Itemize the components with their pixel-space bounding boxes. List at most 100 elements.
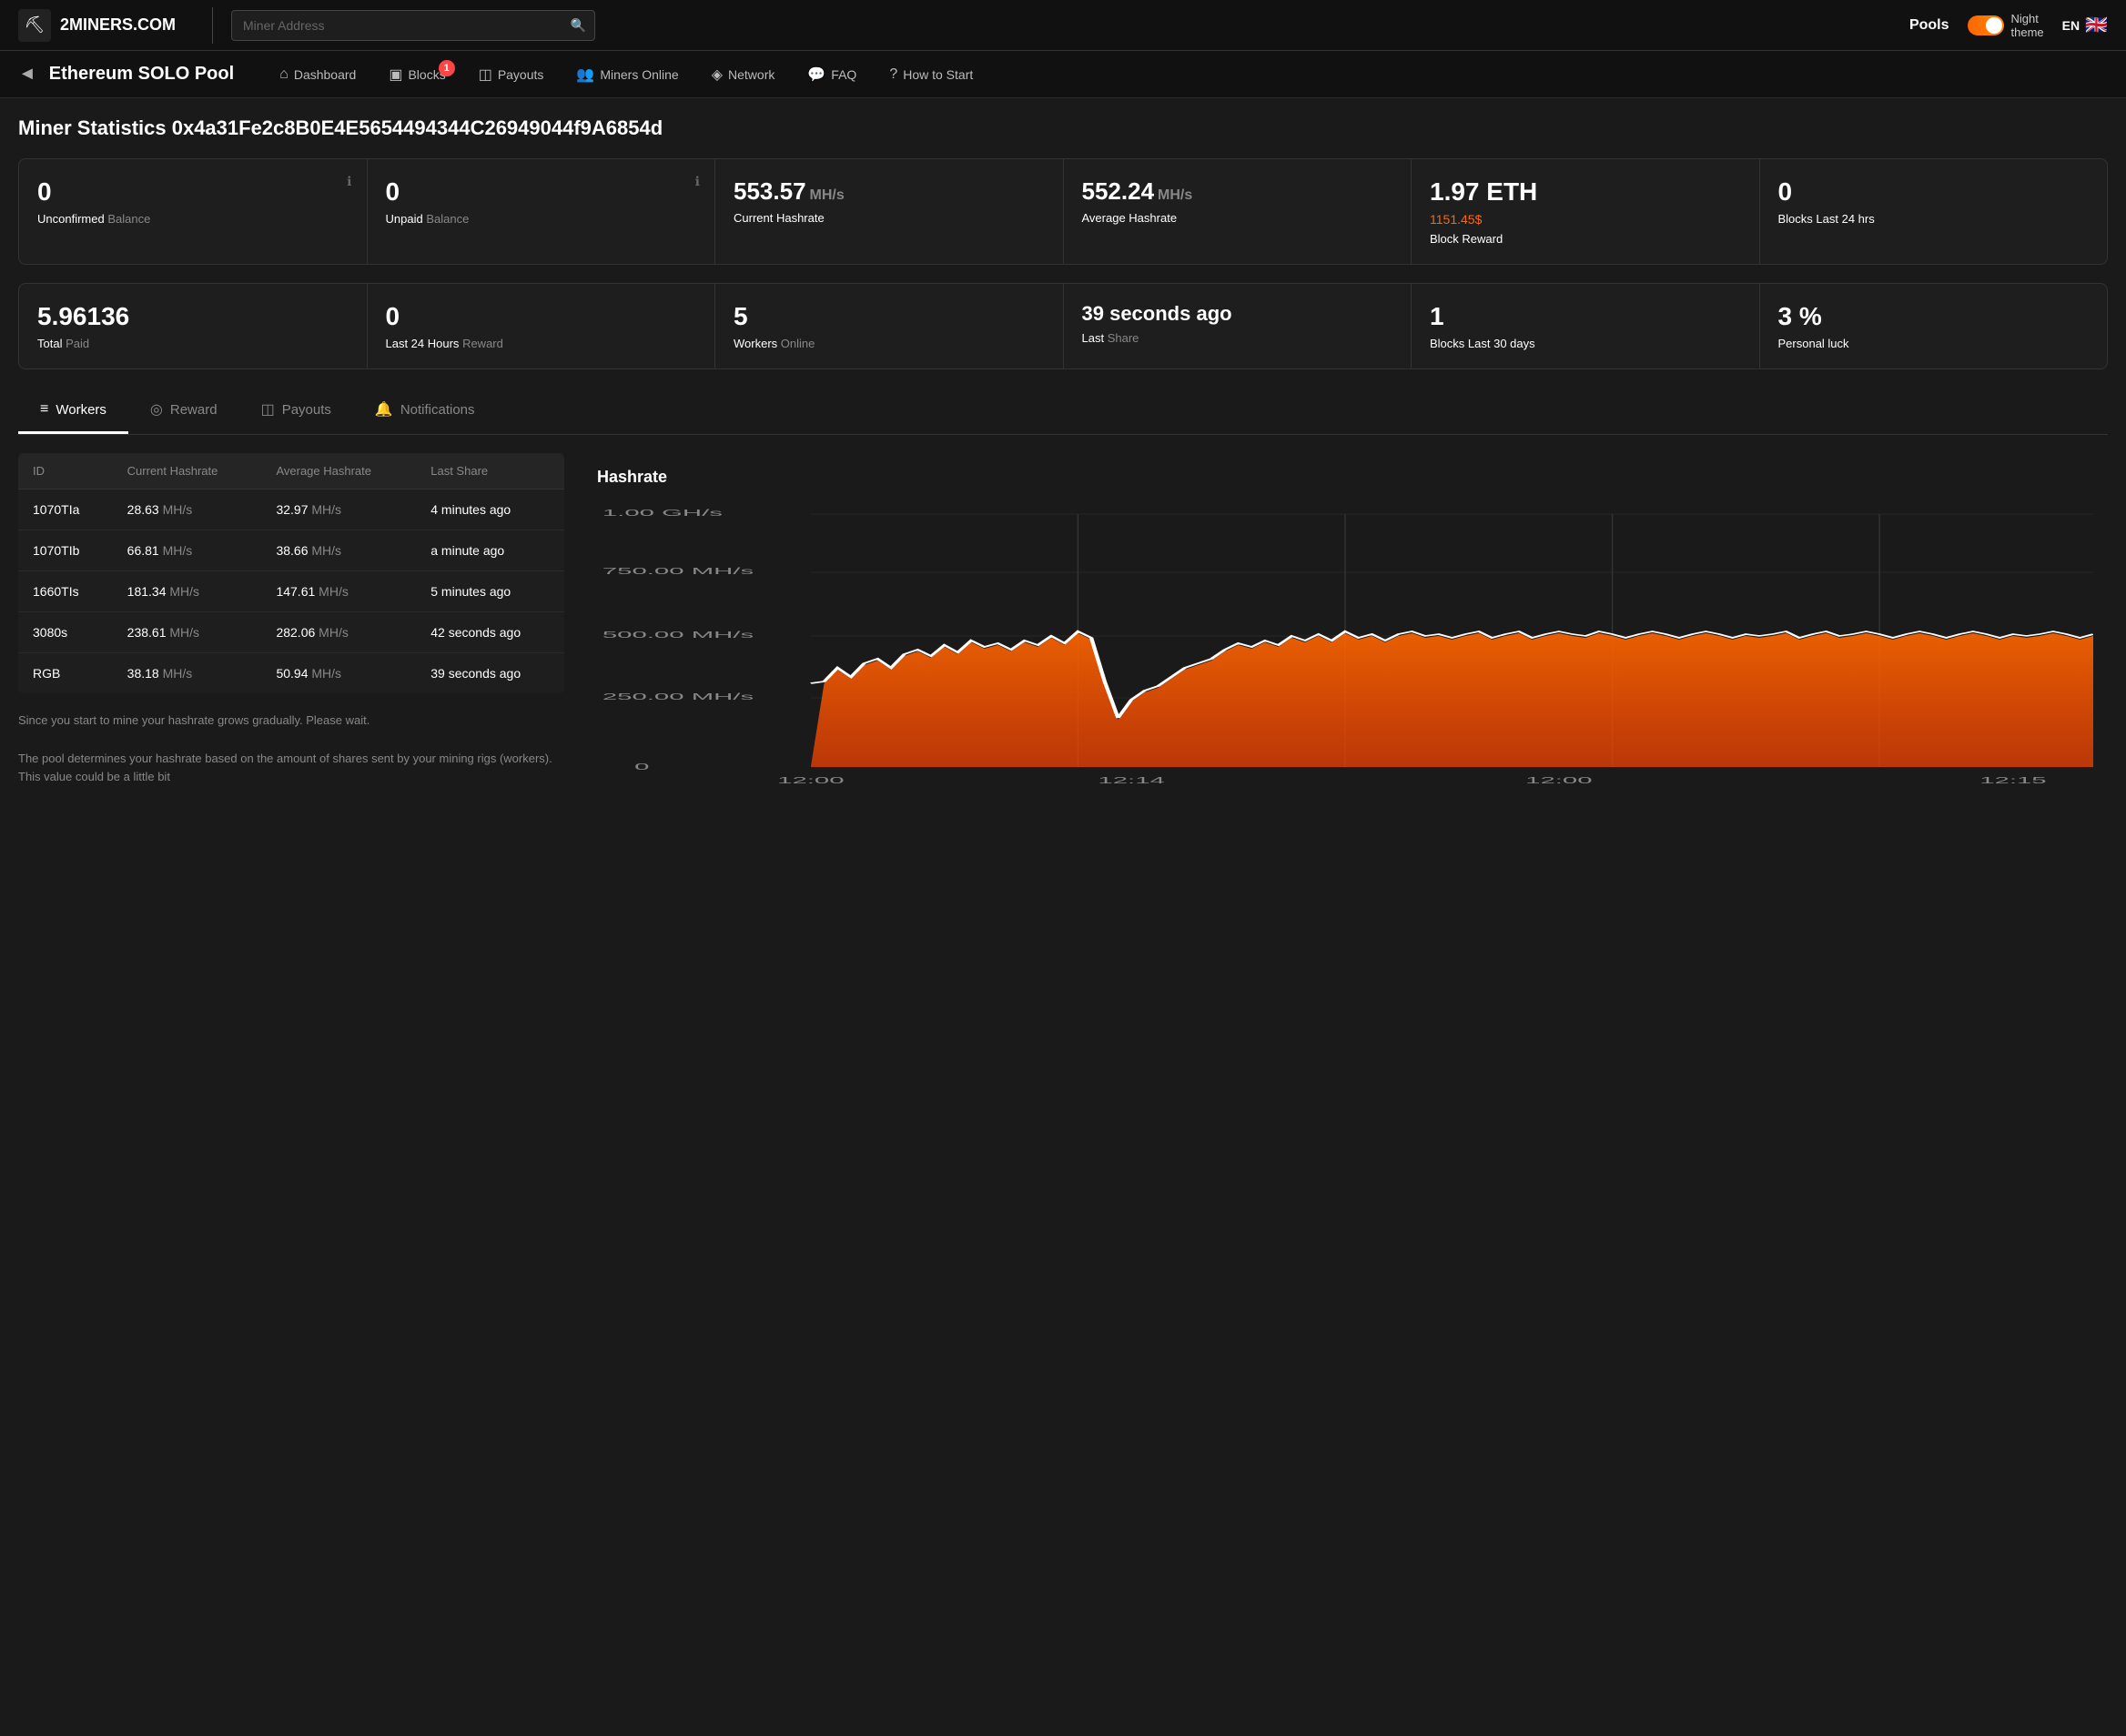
svg-text:12:15: 12:15 [1979,775,2046,785]
search-bar: 🔍 [231,10,595,41]
tab-workers-label: Workers [56,402,106,418]
nav-item-how-to-start-label: How to Start [903,67,973,82]
table-row: 1660TIs 181.34 MH/s 147.61 MH/s 5 minute… [18,571,564,612]
nav-item-dashboard[interactable]: ⌂ Dashboard [265,59,370,90]
workers-tab-icon: ≡ [40,401,48,418]
nav-right: Pools Nighttheme EN 🇬🇧 [1909,12,2108,39]
table-row: 1070TIa 28.63 MH/s 32.97 MH/s 4 minutes … [18,490,564,530]
stat-value-blocks-30days: 1 [1430,302,1741,331]
stat-label-unconfirmed: Unconfirmed Balance [37,212,349,226]
stats-grid-row1: ℹ 0 Unconfirmed Balance ℹ 0 Unpaid Balan… [18,158,2108,265]
pool-back-button[interactable]: ◄ [18,64,36,85]
miner-statistics-title: Miner Statistics 0x4a31Fe2c8B0E4E5654494… [18,116,2108,140]
nav-divider [212,7,213,44]
stat-label-workers: Workers Online [734,337,1045,350]
worker-id: 1070TIa [18,490,113,530]
worker-average-hashrate: 50.94 MH/s [261,653,416,694]
payouts-tab-icon: ◫ [261,400,275,419]
info-icon-unconfirmed[interactable]: ℹ [347,174,351,189]
miners-online-icon: 👥 [576,66,594,84]
payouts-icon: ◫ [479,66,492,84]
stat-value-block-reward: 1.97 ETH [1430,177,1741,207]
svg-text:12:00: 12:00 [777,775,844,785]
stat-personal-luck: 3 % Personal luck [1760,284,2108,368]
tab-workers[interactable]: ≡ Workers [18,388,128,434]
svg-text:500.00 MH/s: 500.00 MH/s [602,630,754,640]
worker-current-hashrate: 238.61 MH/s [113,612,262,653]
faq-icon: 💬 [807,66,825,84]
reward-tab-icon: ◎ [150,400,163,419]
worker-current-hashrate: 66.81 MH/s [113,530,262,571]
svg-text:12:14: 12:14 [1098,775,1164,785]
nav-item-payouts[interactable]: ◫ Payouts [464,58,559,91]
pools-link[interactable]: Pools [1909,17,1949,34]
stat-label-average-hashrate: Average Hashrate [1082,211,1393,225]
stat-last24h-reward: 0 Last 24 Hours Reward [368,284,715,368]
stat-total-paid: 5.96136 Total Paid [19,284,367,368]
stat-unconfirmed-balance: ℹ 0 Unconfirmed Balance [19,159,367,264]
nav-item-blocks[interactable]: ▣ Blocks 1 [374,58,460,91]
miner-title-prefix: Miner Statistics [18,116,172,139]
worker-current-hashrate: 181.34 MH/s [113,571,262,612]
language-selector[interactable]: EN 🇬🇧 [2062,14,2108,36]
stat-value-total-paid: 5.96136 [37,302,349,331]
workers-table: ID Current Hashrate Average Hashrate Las… [18,453,564,693]
worker-last-share: 42 seconds ago [416,612,564,653]
stat-current-hashrate: 553.57 MH/s Current Hashrate [715,159,1063,264]
col-id: ID [18,453,113,490]
content-area: ID Current Hashrate Average Hashrate Las… [18,453,2108,807]
notes-section: Since you start to mine your hashrate gr… [18,712,564,787]
worker-id: 1070TIb [18,530,113,571]
miner-address: 0x4a31Fe2c8B0E4E5654494344C26949044f9A68… [172,116,663,139]
nav-item-faq[interactable]: 💬 FAQ [793,58,871,91]
night-theme-toggle[interactable] [1968,15,2004,35]
worker-id: RGB [18,653,113,694]
logo-area: ⛏ 2MINERS.COM [18,9,176,42]
stat-value-block-reward-usd: 1151.45$ [1430,212,1741,227]
col-current-hashrate: Current Hashrate [113,453,262,490]
worker-current-hashrate: 28.63 MH/s [113,490,262,530]
stat-label-blocks-30days: Blocks Last 30 days [1430,337,1741,350]
svg-text:1.00 GH/s: 1.00 GH/s [602,508,723,518]
nav-item-network-label: Network [728,67,774,82]
svg-text:12:00: 12:00 [1525,775,1592,785]
table-row: 1070TIb 66.81 MH/s 38.66 MH/s a minute a… [18,530,564,571]
stat-blocks-last-24hrs: 0 Blocks Last 24 hrs [1760,159,2108,264]
stat-label-personal-luck: Personal luck [1778,337,2090,350]
tab-notifications[interactable]: 🔔 Notifications [353,388,497,434]
top-nav: ⛏ 2MINERS.COM 🔍 Pools Nighttheme EN 🇬🇧 [0,0,2126,51]
info-icon-unpaid[interactable]: ℹ [695,174,700,189]
nav-item-miners-online[interactable]: 👥 Miners Online [562,58,693,91]
flag-icon: 🇬🇧 [2085,14,2108,36]
stat-value-unconfirmed: 0 [37,177,349,207]
worker-average-hashrate: 38.66 MH/s [261,530,416,571]
tab-payouts-label: Payouts [282,402,331,418]
tab-payouts[interactable]: ◫ Payouts [239,388,353,434]
tabs-bar: ≡ Workers ◎ Reward ◫ Payouts 🔔 Notificat… [18,388,2108,435]
stat-value-last24h: 0 [386,302,697,331]
stat-label-total-paid: Total Paid [37,337,349,350]
note-2: The pool determines your hashrate based … [18,750,564,788]
stat-label-blocks-24hrs: Blocks Last 24 hrs [1778,212,2090,226]
dashboard-icon: ⌂ [279,66,289,83]
stat-value-personal-luck: 3 % [1778,302,2090,331]
search-icon[interactable]: 🔍 [571,17,586,33]
worker-last-share: a minute ago [416,530,564,571]
stat-value-unpaid: 0 [386,177,697,207]
pool-nav-items: ⌂ Dashboard ▣ Blocks 1 ◫ Payouts 👥 Miner… [265,58,2108,91]
tab-reward[interactable]: ◎ Reward [128,388,239,434]
stat-label-unpaid: Unpaid Balance [386,212,697,226]
nav-item-network[interactable]: ◈ Network [697,58,790,91]
stat-value-last-share: 39 seconds ago [1082,302,1393,326]
night-theme-label: Nighttheme [2011,12,2044,39]
note-1: Since you start to mine your hashrate gr… [18,712,564,731]
search-input[interactable] [231,10,595,41]
stat-label-current-hashrate: Current Hashrate [734,211,1045,225]
stat-label-last-share: Last Share [1082,331,1393,345]
nav-item-how-to-start[interactable]: ? How to Start [875,59,987,90]
stat-value-blocks-24hrs: 0 [1778,177,2090,207]
tab-notifications-label: Notifications [400,402,475,418]
night-toggle-area: Nighttheme [1968,12,2044,39]
logo-icon: ⛏ [18,9,51,42]
chart-area: 1.00 GH/s 750.00 MH/s 500.00 MH/s 250.00… [597,501,2093,792]
